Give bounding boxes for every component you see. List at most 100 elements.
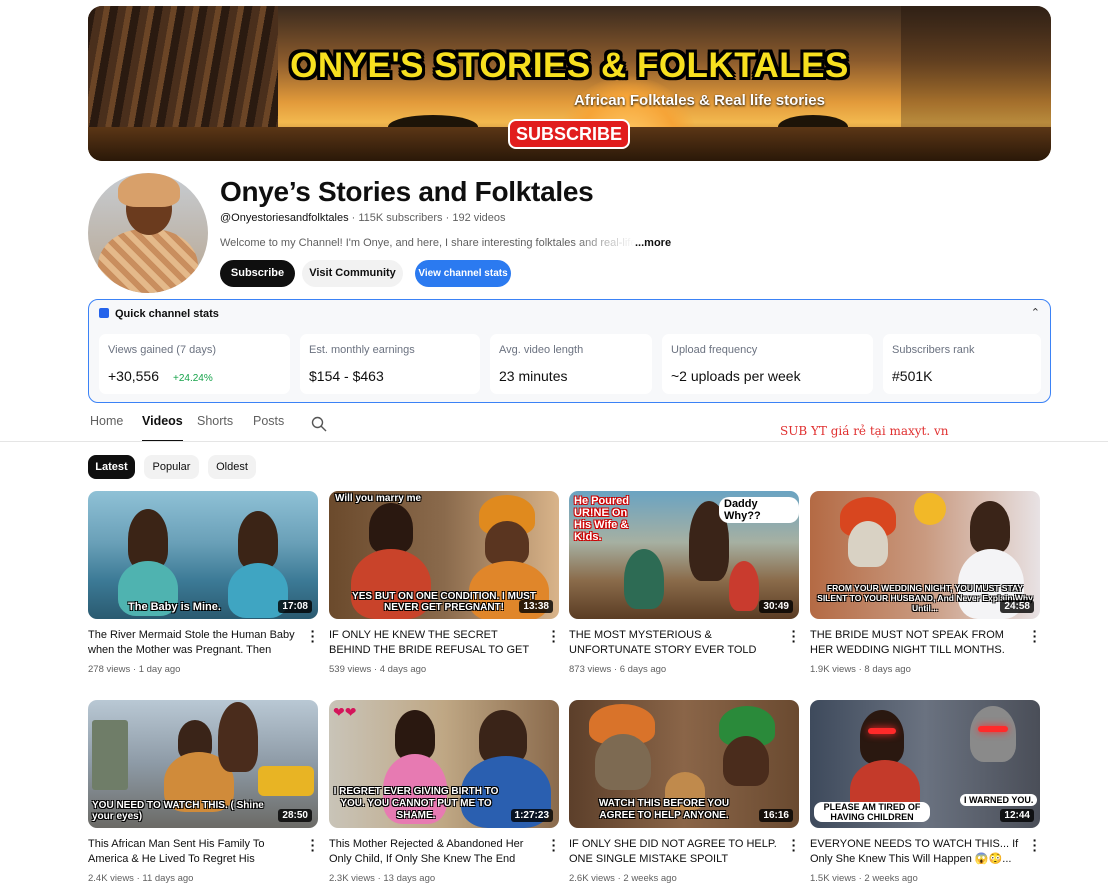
video-views: 278 views	[88, 664, 131, 675]
promo-text: SUB YT giá rẻ tại maxyt. vn	[780, 424, 949, 438]
thumb-emoji	[914, 493, 946, 525]
video-duration: 30:49	[759, 600, 793, 613]
video-title[interactable]: This African Man Sent His Family To Amer…	[88, 837, 300, 867]
thumb-figure	[624, 549, 664, 609]
thumb-building	[92, 720, 128, 790]
video-duration: 17:08	[278, 600, 312, 613]
stat-change: +24.24%	[173, 373, 213, 384]
thumb-girl	[723, 736, 769, 786]
video-age: 4 days ago	[379, 664, 427, 675]
stat-label: Subscribers rank	[892, 344, 975, 356]
video-meta: 1.9K views · 8 days ago	[810, 664, 911, 675]
video-thumbnail[interactable]: He Poured UR!NE On His Wife & K!ds. Dadd…	[569, 491, 799, 619]
more-link[interactable]: ...more	[635, 237, 671, 249]
video-thumbnail[interactable]: The Baby is Mine. 17:08	[88, 491, 318, 619]
tab-posts[interactable]: Posts	[253, 414, 284, 442]
stat-value: #501K	[892, 368, 933, 384]
thumb-speech-bubble: Daddy Why??	[719, 497, 799, 523]
video-thumbnail[interactable]: WATCH THIS BEFORE YOU AGREE TO HELP ANYO…	[569, 700, 799, 828]
thumb-figure	[860, 710, 904, 764]
video-title[interactable]: EVERYONE NEEDS TO WATCH THIS... If Only …	[810, 837, 1022, 867]
thumb-figure	[369, 503, 413, 553]
subscribe-button[interactable]: Subscribe	[220, 260, 295, 287]
thumb-figure	[128, 509, 168, 569]
video-title[interactable]: THE MOST MYSTERIOUS & UNFORTUNATE STORY …	[569, 628, 781, 658]
tab-shorts[interactable]: Shorts	[197, 414, 233, 442]
channel-name: Onye’s Stories and Folktales	[220, 176, 594, 207]
video-count: 192 videos	[452, 212, 506, 224]
stat-value: +30,556 +24.24%	[108, 368, 213, 384]
thumb-skull-figure	[848, 521, 888, 567]
stats-heading-text: Quick channel stats	[115, 308, 219, 320]
more-options-icon[interactable]: · · ·	[551, 833, 557, 857]
more-options-icon[interactable]: · · ·	[791, 624, 797, 648]
video-thumbnail[interactable]: YOU NEED TO WATCH THIS. ( Shine your eye…	[88, 700, 318, 828]
video-title[interactable]: IF ONLY HE KNEW THE SECRET BEHIND THE BR…	[329, 628, 541, 658]
thumb-caption: WATCH THIS BEFORE YOU AGREE TO HELP ANYO…	[598, 798, 730, 821]
video-title[interactable]: THE BRIDE MUST NOT SPEAK FROM HER WEDDIN…	[810, 628, 1022, 658]
chip-popular[interactable]: Popular	[144, 455, 199, 479]
channel-avatar[interactable]	[88, 173, 208, 293]
stat-card-frequency: Upload frequency ~2 uploads per week	[662, 334, 873, 394]
more-options-icon[interactable]: · · ·	[310, 624, 316, 648]
banner-subtitle: African Folktales & Real life stories	[88, 92, 1051, 109]
video-age: 11 days ago	[142, 873, 194, 884]
video-age: 8 days ago	[864, 664, 911, 675]
video-thumbnail[interactable]: FROM YOUR WEDDING NIGHT, YOU MUST STAY S…	[810, 491, 1040, 619]
more-options-icon[interactable]: · · ·	[310, 833, 316, 857]
avatar-headwrap	[118, 173, 180, 207]
tab-videos[interactable]: Videos	[142, 414, 183, 442]
stat-value: $154 - $463	[309, 368, 384, 384]
thumb-headline: He Poured UR!NE On His Wife & K!ds.	[574, 495, 630, 543]
thumb-glowing-eyes	[868, 728, 896, 734]
thumb-old-woman	[970, 706, 1016, 762]
thumb-glowing-eyes	[978, 726, 1008, 732]
stat-value: 23 minutes	[499, 368, 568, 384]
chip-oldest[interactable]: Oldest	[208, 455, 256, 479]
video-thumbnail[interactable]: Will you marry me YES BUT ON ONE CONDITI…	[329, 491, 559, 619]
chevron-up-icon[interactable]: ⌃	[1031, 306, 1040, 319]
stat-card-rank: Subscribers rank #501K	[883, 334, 1041, 394]
channel-handle: @Onyestoriesandfolktales	[220, 212, 349, 224]
video-views: 2.3K views	[329, 873, 375, 884]
thumb-speech-tag: Will you marry me	[335, 493, 422, 504]
visit-community-button[interactable]: Visit Community	[302, 260, 403, 287]
banner-title: ONYE'S STORIES & FOLKTALES	[290, 46, 849, 85]
video-title[interactable]: This Mother Rejected & Abandoned Her Onl…	[329, 837, 541, 867]
channel-page: ONYE'S STORIES & FOLKTALES African Folkt…	[0, 0, 1108, 893]
video-thumbnail[interactable]: ❤❤ I REGRET EVER GIVING BIRTH TO YOU. YO…	[329, 700, 559, 828]
video-thumbnail[interactable]: I WARNED YOU. PLEASE AM TIRED OF HAVING …	[810, 700, 1040, 828]
video-title[interactable]: IF ONLY SHE DID NOT AGREE TO HELP. ONE S…	[569, 837, 781, 867]
thumb-old-figure	[595, 734, 651, 790]
thumb-speech-bubble: I WARNED YOU.	[960, 794, 1038, 806]
stat-label: Upload frequency	[671, 344, 758, 356]
subscriber-count: 115K subscribers	[358, 212, 443, 224]
more-options-icon[interactable]: · · ·	[1032, 833, 1038, 857]
description-text: Welcome to my Channel! I'm Onye, and her…	[220, 237, 635, 249]
more-options-icon[interactable]: · · ·	[551, 624, 557, 648]
video-meta: 873 views · 6 days ago	[569, 664, 667, 675]
chip-latest[interactable]: Latest	[88, 455, 135, 479]
stat-label: Avg. video length	[499, 344, 584, 356]
thumb-caption: PLEASE AM TIRED OF HAVING CHILDREN	[814, 802, 930, 822]
more-options-icon[interactable]: · · ·	[791, 833, 797, 857]
stat-card-length: Avg. video length 23 minutes	[490, 334, 652, 394]
heart-icon: ❤❤	[333, 704, 357, 720]
channel-banner[interactable]: ONYE'S STORIES & FOLKTALES African Folkt…	[88, 6, 1051, 161]
stat-card-views: Views gained (7 days) +30,556 +24.24%	[99, 334, 290, 394]
search-icon[interactable]	[311, 416, 327, 432]
channel-description[interactable]: Welcome to my Channel! I'm Onye, and her…	[220, 237, 671, 249]
video-meta: 2.4K views · 11 days ago	[88, 873, 194, 884]
channel-meta: @Onyestoriesandfolktales · 115K subscrib…	[220, 212, 506, 224]
video-age: 1 day ago	[138, 664, 181, 675]
banner-subtitle-text: African Folktales & Real life stories	[574, 92, 825, 109]
video-meta: 2.3K views · 13 days ago	[329, 873, 436, 884]
view-channel-stats-button[interactable]: View channel stats	[415, 260, 511, 287]
stat-label: Est. monthly earnings	[309, 344, 415, 356]
video-views: 2.4K views	[88, 873, 134, 884]
thumb-figure	[729, 561, 759, 611]
tab-home[interactable]: Home	[90, 414, 123, 442]
more-options-icon[interactable]: · · ·	[1032, 624, 1038, 648]
video-title[interactable]: The River Mermaid Stole the Human Baby w…	[88, 628, 300, 658]
video-duration: 24:58	[1000, 600, 1034, 613]
